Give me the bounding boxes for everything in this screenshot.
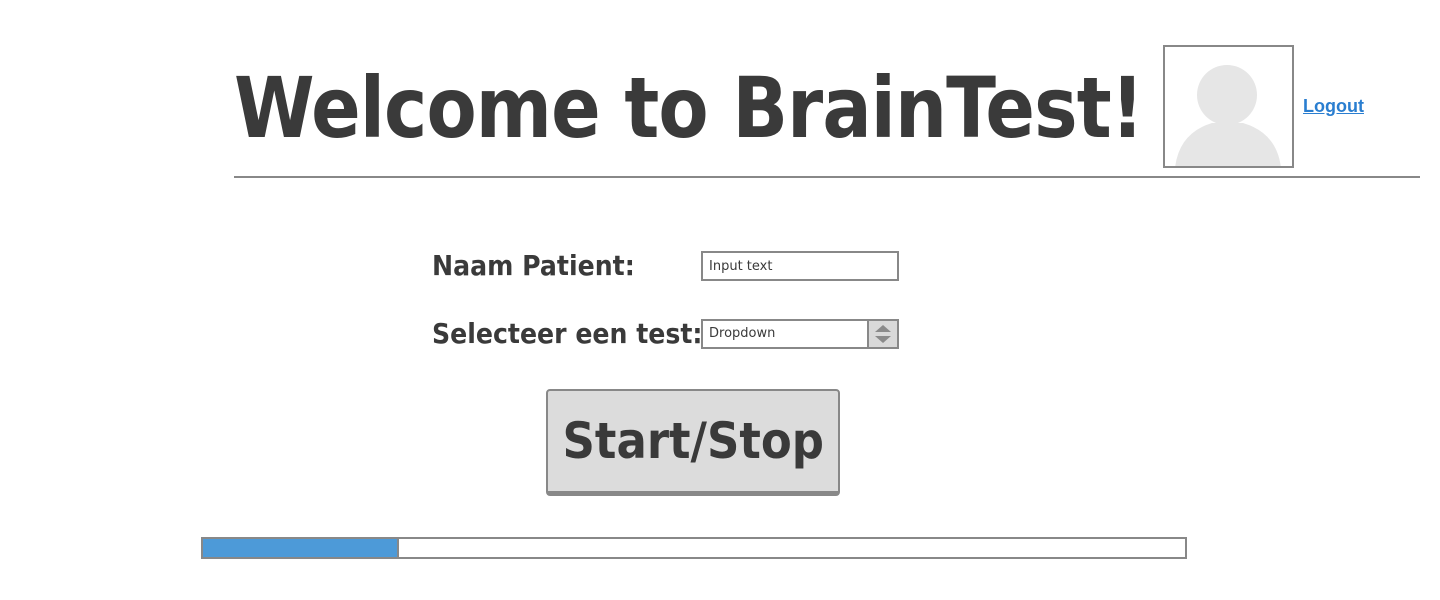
- user-avatar: [1163, 45, 1294, 168]
- user-avatar-icon: [1175, 65, 1281, 166]
- patient-name-label: Naam Patient:: [432, 249, 635, 282]
- start-stop-label: Start/Stop: [562, 412, 825, 470]
- test-select-label: Selecteer een test:: [432, 317, 703, 350]
- test-dropdown-value: Dropdown: [709, 326, 776, 341]
- start-stop-button[interactable]: Start/Stop: [546, 389, 840, 496]
- up-down-arrows-icon[interactable]: [867, 321, 897, 347]
- test-dropdown[interactable]: Dropdown: [701, 319, 899, 349]
- progress-bar: [201, 537, 1187, 559]
- logout-link[interactable]: Logout: [1303, 96, 1364, 117]
- braintest-page: Welcome to BrainTest! Logout Naam Patien…: [0, 0, 1440, 600]
- page-title: Welcome to BrainTest!: [234, 59, 1144, 157]
- patient-name-input[interactable]: [701, 251, 899, 281]
- header-divider: [234, 176, 1420, 178]
- progress-bar-fill: [203, 539, 400, 557]
